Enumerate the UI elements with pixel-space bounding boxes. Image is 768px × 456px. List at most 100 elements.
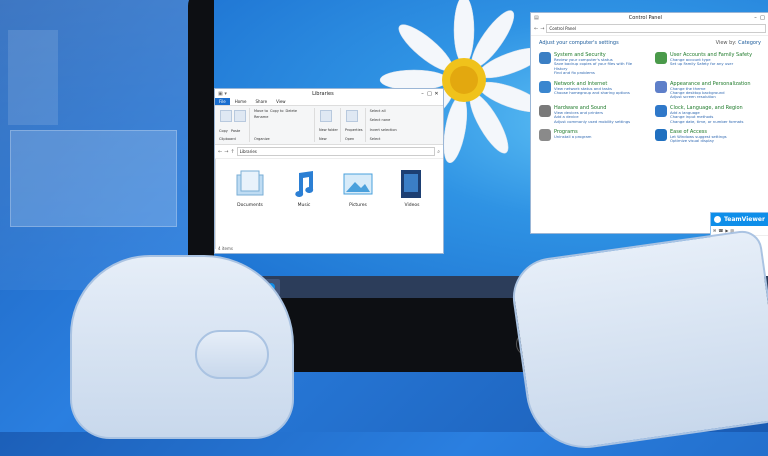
cp-category[interactable]: Programs Uninstall a program <box>539 129 645 144</box>
pictures-library-icon <box>343 173 373 195</box>
cp-address-bar: ← → Control Panel <box>531 22 768 36</box>
videos-library-icon <box>401 170 421 198</box>
control-panel-window[interactable]: ▤ Control Panel – □ ← → Control Panel Adj… <box>530 12 768 234</box>
library-pictures[interactable]: Pictures <box>338 169 378 239</box>
minimize-icon[interactable]: – <box>752 15 759 21</box>
libraries-titlebar[interactable]: ▣ ▾ Libraries – □ ✕ <box>215 89 443 98</box>
close-icon[interactable]: ✕ <box>433 91 440 97</box>
cp-category[interactable]: User Accounts and Family Safety Change ac… <box>655 52 761 76</box>
category-icon <box>655 129 667 142</box>
category-icon <box>539 52 551 64</box>
category-text: Network and Internet View network status … <box>554 81 630 100</box>
maximize-icon[interactable]: □ <box>426 91 433 97</box>
libraries-title: Libraries <box>312 90 334 97</box>
rename-button[interactable]: Rename <box>254 115 268 119</box>
properties-button[interactable]: Properties <box>345 128 363 132</box>
copy-label: Copy <box>219 128 228 133</box>
select-none-button[interactable]: Select none <box>370 118 397 122</box>
category-text: System and Security Review your computer'… <box>554 52 645 76</box>
group-label-new: New <box>319 137 327 141</box>
library-documents[interactable]: Documents <box>230 169 270 239</box>
libraries-window[interactable]: ▣ ▾ Libraries – □ ✕ File Home Share View C… <box>214 88 444 254</box>
ribbon-tabs: File Home Share View <box>215 98 443 105</box>
library-label: Documents <box>237 203 263 208</box>
forward-arrow-icon[interactable]: → <box>224 149 228 155</box>
tab-view[interactable]: View <box>272 98 290 105</box>
delete-button[interactable]: Delete <box>286 109 298 113</box>
ghost-window <box>10 130 177 227</box>
tab-file[interactable]: File <box>215 98 230 105</box>
search-icon[interactable]: ⌕ <box>437 149 440 155</box>
category-link[interactable]: Set up Family Safety for any user <box>670 61 752 66</box>
copy-button[interactable] <box>220 110 232 122</box>
quick-access-icon: ▣ ▾ <box>218 90 227 97</box>
library-music[interactable]: Music <box>284 169 324 239</box>
chat-icon[interactable]: ✉ <box>713 228 716 233</box>
documents-library-icon <box>236 170 264 196</box>
view-by-select[interactable]: Category <box>738 40 761 46</box>
maximize-icon[interactable]: □ <box>759 15 766 21</box>
move-to-button[interactable]: Move to <box>254 109 268 113</box>
control-panel-icon: ▤ <box>534 14 539 21</box>
category-link[interactable]: Choose homegroup and sharing options <box>554 90 630 95</box>
invert-selection-button[interactable]: Invert selection <box>370 128 397 132</box>
category-text: Hardware and Sound View devices and print… <box>554 105 630 124</box>
view-by-label: View by: <box>715 40 737 46</box>
back-arrow-icon[interactable]: ← <box>218 149 222 155</box>
right-hand <box>507 228 768 456</box>
new-folder-button[interactable]: New folder <box>319 128 338 132</box>
category-link[interactable]: Optimize visual display <box>670 139 727 144</box>
group-label-clipboard: Clipboard <box>219 137 236 141</box>
category-text: Ease of Access Let Windows suggest settin… <box>670 129 727 144</box>
cp-category[interactable]: Clock, Language, and Region Add a languag… <box>655 104 761 124</box>
libraries-content: Documents Music Pictures Videos <box>215 159 443 249</box>
category-link[interactable]: Uninstall a program <box>554 134 592 139</box>
address-bar: ← → ↑ Libraries ⌕ <box>215 145 443 159</box>
category-icon <box>539 104 551 117</box>
cp-category[interactable]: Network and Internet View network status … <box>539 80 645 100</box>
cp-category[interactable]: System and Security Review your computer'… <box>539 52 645 76</box>
category-icon <box>655 104 667 117</box>
phone-icon[interactable]: ☎ <box>718 228 723 233</box>
category-icon <box>539 129 551 142</box>
new-folder-icon[interactable] <box>320 110 332 122</box>
category-icon <box>539 80 551 93</box>
address-input[interactable]: Libraries <box>236 147 436 156</box>
ribbon-group-select: Select all Select none Invert selection … <box>368 108 399 142</box>
paste-button[interactable] <box>234 110 246 122</box>
control-panel-body: Adjust your computer's settings View by:… <box>531 36 768 148</box>
category-link[interactable]: Adjust commonly used mobility settings <box>554 119 630 124</box>
cp-category[interactable]: Hardware and Sound View devices and print… <box>539 104 645 124</box>
category-link[interactable]: Find and fix problems <box>554 70 645 75</box>
category-link[interactable]: Change date, time, or number formats <box>670 119 743 124</box>
cp-address-input[interactable]: Control Panel <box>546 24 766 33</box>
cp-category[interactable]: Appearance and Personalization Change the… <box>655 80 761 100</box>
tab-home[interactable]: Home <box>231 98 251 105</box>
select-all-button[interactable]: Select all <box>370 109 397 113</box>
status-bar: 4 items <box>218 246 233 251</box>
properties-icon[interactable] <box>345 110 358 122</box>
library-label: Pictures <box>349 203 367 208</box>
up-arrow-icon[interactable]: ↑ <box>230 149 234 155</box>
ribbon-group-organize: Move to Copy to Delete Rename Organize <box>252 108 315 142</box>
cp-header: Adjust your computer's settings View by:… <box>539 40 761 46</box>
control-panel-titlebar[interactable]: ▤ Control Panel – □ <box>531 13 768 22</box>
library-videos[interactable]: Videos <box>392 169 432 239</box>
teamviewer-header: TeamViewer <box>711 213 768 226</box>
forward-arrow-icon[interactable]: → <box>540 26 544 32</box>
category-text: Programs Uninstall a program <box>554 129 592 144</box>
ribbon-group-open: Properties Open <box>343 108 366 142</box>
cp-category[interactable]: Ease of Access Let Windows suggest settin… <box>655 129 761 144</box>
copy-to-button[interactable]: Copy to <box>270 109 284 113</box>
back-arrow-icon[interactable]: ← <box>534 26 538 32</box>
category-icon <box>655 52 667 64</box>
teamviewer-icon <box>714 216 721 223</box>
category-link[interactable]: Adjust screen resolution <box>670 95 751 100</box>
control-panel-title: Control Panel <box>628 14 662 21</box>
category-text: Appearance and Personalization Change the… <box>670 81 751 100</box>
cp-heading: Adjust your computer's settings <box>539 40 619 46</box>
tab-share[interactable]: Share <box>252 98 272 105</box>
library-label: Videos <box>404 203 420 208</box>
music-library-icon <box>295 171 314 197</box>
minimize-icon[interactable]: – <box>419 91 426 97</box>
